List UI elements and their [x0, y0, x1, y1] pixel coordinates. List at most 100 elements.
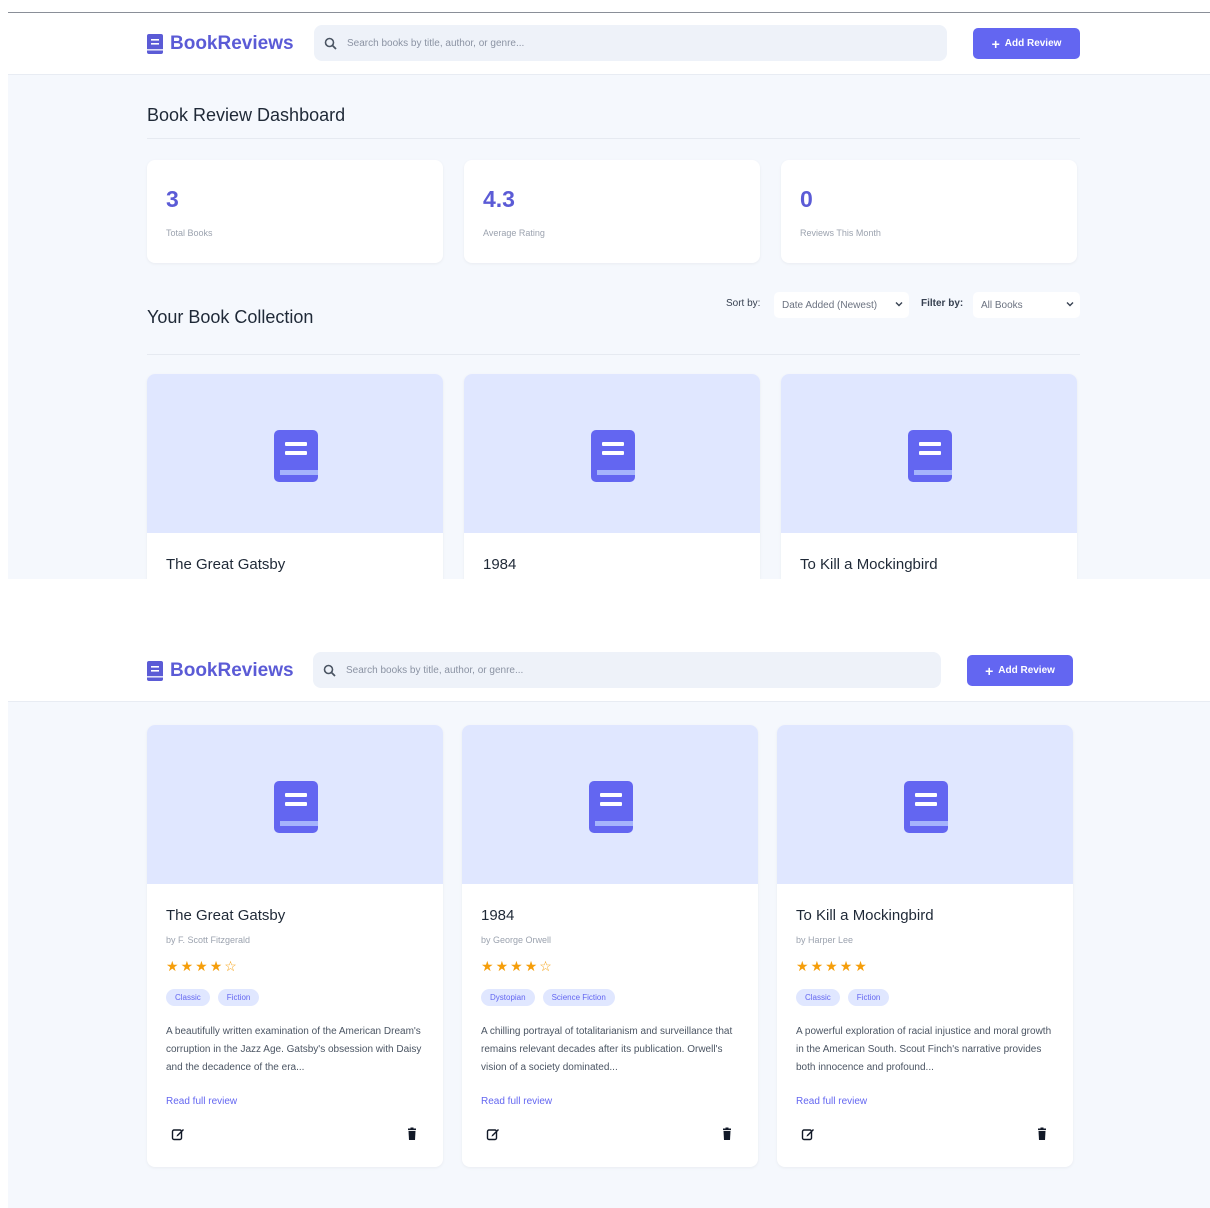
- star-filled-icon: ★: [195, 958, 208, 974]
- page-title: Book Review Dashboard: [147, 105, 346, 125]
- book-title: To Kill a Mockingbird: [800, 556, 938, 573]
- star-filled-icon: ★: [510, 958, 523, 974]
- edit-icon[interactable]: [486, 1127, 500, 1141]
- star-filled-icon: ★: [524, 958, 538, 974]
- star-empty-icon: ☆: [539, 958, 552, 974]
- stat-card-reviews-this-month: 0 Reviews This Month: [781, 160, 1077, 263]
- trash-icon[interactable]: [720, 1127, 734, 1141]
- filter-select[interactable]: All Books: [973, 292, 1080, 318]
- plus-icon: +: [985, 662, 994, 679]
- book-cover: [464, 374, 760, 533]
- search-icon: [323, 664, 336, 677]
- section-title: Your Book Collection: [147, 307, 314, 327]
- rating-stars: ★ ★ ★ ★ ★: [796, 959, 867, 973]
- edit-icon[interactable]: [801, 1127, 815, 1141]
- book-icon: [147, 34, 163, 54]
- star-filled-icon: ★: [810, 958, 824, 974]
- plus-icon: +: [991, 35, 1000, 52]
- app-logo[interactable]: BookReviews: [147, 33, 294, 55]
- star-filled-icon: ★: [825, 958, 838, 974]
- stat-label: Average Rating: [483, 228, 545, 238]
- star-filled-icon: ★: [481, 958, 494, 974]
- search-input[interactable]: [346, 664, 903, 676]
- add-review-button[interactable]: + Add Review: [973, 28, 1080, 59]
- book-cover: [777, 725, 1073, 884]
- book-icon: [274, 430, 318, 482]
- genre-tag[interactable]: Fiction: [847, 989, 890, 1006]
- read-full-review-link[interactable]: Read full review: [166, 1096, 237, 1107]
- star-filled-icon: ★: [854, 958, 867, 974]
- book-icon: [147, 661, 163, 681]
- book-icon: [904, 781, 948, 833]
- book-card[interactable]: The Great Gatsby: [147, 374, 443, 579]
- star-filled-icon: ★: [209, 958, 223, 974]
- chevron-down-icon: [1066, 302, 1074, 307]
- filter-label: Filter by:: [921, 298, 964, 309]
- review-excerpt: A beautifully written examination of the…: [166, 1026, 422, 1073]
- search-icon: [324, 37, 337, 50]
- stat-value: 4.3: [483, 186, 515, 212]
- star-filled-icon: ★: [166, 958, 179, 974]
- book-title: To Kill a Mockingbird: [796, 907, 934, 924]
- sort-label: Sort by:: [726, 298, 761, 309]
- star-empty-icon: ☆: [224, 958, 237, 974]
- review-excerpt: A chilling portrayal of totalitarianism …: [481, 1026, 733, 1073]
- tag-list: Classic Fiction: [166, 989, 260, 1006]
- stat-label: Reviews This Month: [800, 228, 881, 238]
- app-logo[interactable]: BookReviews: [147, 660, 294, 682]
- tag-list: Dystopian Science Fiction: [481, 989, 615, 1006]
- stat-card-total-books: 3 Total Books: [147, 160, 443, 263]
- genre-tag[interactable]: Classic: [166, 989, 210, 1006]
- genre-tag[interactable]: Classic: [796, 989, 840, 1006]
- book-title: The Great Gatsby: [166, 556, 286, 573]
- dashboard-view: BookReviews + Add Review Book Review Das…: [8, 12, 1210, 579]
- book-author: by F. Scott Fitzgerald: [166, 935, 251, 945]
- tag-list: Classic Fiction: [796, 989, 890, 1006]
- star-filled-icon: ★: [495, 958, 509, 974]
- add-review-button[interactable]: + Add Review: [967, 655, 1073, 686]
- genre-tag[interactable]: Fiction: [217, 989, 260, 1006]
- book-cover: [462, 725, 758, 884]
- trash-icon[interactable]: [405, 1127, 419, 1141]
- book-cover: [147, 374, 443, 533]
- search-bar[interactable]: [313, 652, 941, 688]
- stat-label: Total Books: [166, 228, 213, 238]
- sort-value: Date Added (Newest): [782, 299, 878, 311]
- star-filled-icon: ★: [796, 958, 809, 974]
- read-full-review-link[interactable]: Read full review: [796, 1096, 867, 1107]
- genre-tag[interactable]: Science Fiction: [542, 989, 615, 1006]
- genre-tag[interactable]: Dystopian: [481, 989, 535, 1006]
- book-icon: [589, 781, 633, 833]
- book-card[interactable]: To Kill a Mockingbird by Harper Lee ★ ★ ★ ★ ★ C…: [777, 725, 1073, 1167]
- book-title: 1984: [481, 907, 515, 924]
- collection-view: BookReviews + Add Review The Great Gatsb…: [8, 640, 1210, 1208]
- trash-icon[interactable]: [1035, 1127, 1049, 1141]
- sort-select[interactable]: Date Added (Newest): [774, 292, 909, 318]
- app-name: BookReviews: [170, 660, 294, 681]
- book-card[interactable]: The Great Gatsby by F. Scott Fitzgerald ★ ★…: [147, 725, 443, 1167]
- stat-card-average-rating: 4.3 Average Rating: [464, 160, 760, 263]
- star-filled-icon: ★: [839, 958, 853, 974]
- book-author: by George Orwell: [481, 935, 552, 945]
- book-title: The Great Gatsby: [166, 907, 286, 924]
- book-card[interactable]: 1984 by George Orwell ★ ★ ★ ★ ☆ Dystopian Scienc…: [462, 725, 758, 1167]
- app-name: BookReviews: [170, 33, 294, 54]
- top-navbar: BookReviews + Add Review: [8, 640, 1210, 702]
- book-card[interactable]: 1984: [464, 374, 760, 579]
- rating-stars: ★ ★ ★ ★ ☆: [481, 959, 552, 973]
- book-icon: [908, 430, 952, 482]
- book-cover: [147, 725, 443, 884]
- book-title: 1984: [483, 556, 517, 573]
- top-navbar: BookReviews + Add Review: [8, 13, 1210, 75]
- rating-stars: ★ ★ ★ ★ ☆: [166, 959, 237, 973]
- star-filled-icon: ★: [180, 958, 194, 974]
- search-bar[interactable]: [314, 25, 947, 61]
- review-excerpt: A powerful exploration of racial injusti…: [796, 1026, 1052, 1073]
- search-input[interactable]: [347, 37, 908, 49]
- divider: [147, 138, 1080, 139]
- read-full-review-link[interactable]: Read full review: [481, 1096, 552, 1107]
- book-card[interactable]: To Kill a Mockingbird: [781, 374, 1077, 579]
- chevron-down-icon: [895, 302, 903, 307]
- stat-value: 0: [800, 186, 813, 212]
- edit-icon[interactable]: [171, 1127, 185, 1141]
